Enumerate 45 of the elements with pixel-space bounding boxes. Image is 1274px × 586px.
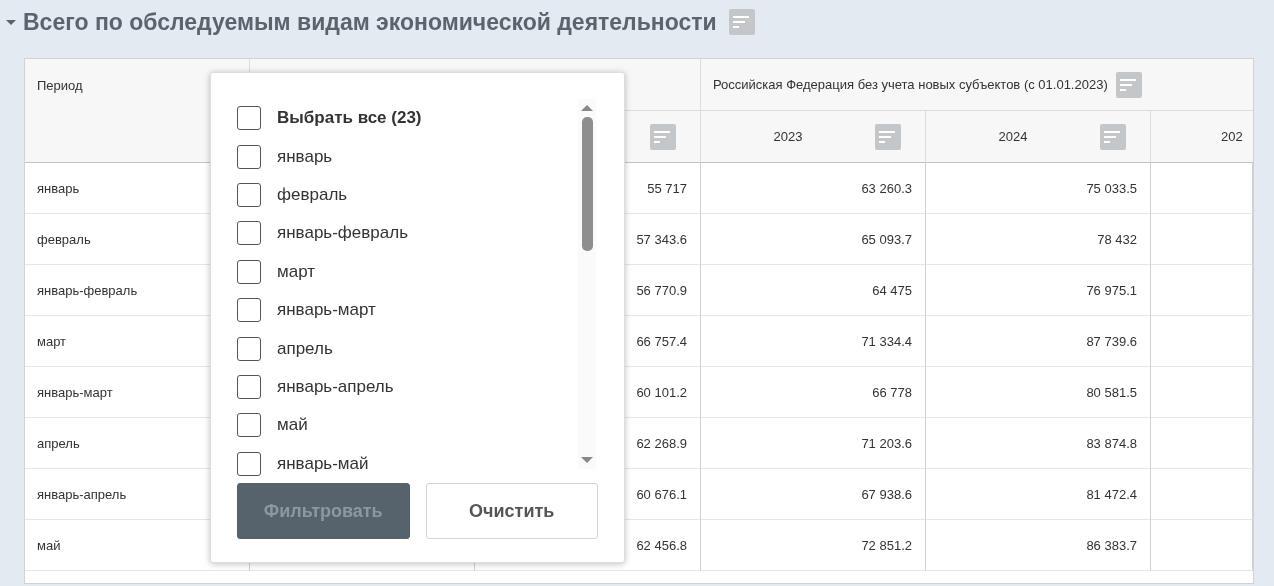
option-label[interactable]: апрель bbox=[277, 338, 333, 359]
checkbox[interactable] bbox=[237, 144, 261, 169]
option-label[interactable]: январь-март bbox=[277, 300, 376, 321]
checkbox[interactable] bbox=[237, 298, 261, 323]
table-cell: 66 778 bbox=[701, 367, 926, 418]
table-cell: 78 432 bbox=[926, 214, 1151, 265]
column-header: 2024 bbox=[997, 129, 1029, 144]
table-cell: 87 739.6 bbox=[926, 316, 1151, 367]
group-header: Российская Федерация без учета новых субъектов (с 01.01.2023) bbox=[713, 77, 1108, 92]
table-cell: 75 033.5 bbox=[926, 163, 1151, 214]
table-cell: 71 334.4 bbox=[701, 316, 926, 367]
column-header: Период bbox=[37, 78, 83, 93]
checkbox[interactable] bbox=[237, 336, 261, 361]
checkbox[interactable] bbox=[237, 413, 261, 438]
table-cell: 63 260.3 bbox=[701, 163, 926, 214]
table-cell: 72 851.2 bbox=[701, 520, 926, 571]
table-cell: 83 874.8 bbox=[926, 418, 1151, 469]
option-label[interactable]: январь bbox=[277, 146, 333, 167]
checkbox[interactable] bbox=[237, 259, 261, 284]
table-cell: 67 938.6 bbox=[701, 469, 926, 520]
option-label[interactable]: Выбрать все (23) bbox=[277, 108, 422, 129]
checkbox[interactable] bbox=[237, 221, 261, 246]
column-header: 2023 bbox=[772, 129, 804, 144]
section-title: Всего по обследуемым видам экономической деятельности bbox=[23, 8, 717, 36]
table-cell: 64 475 bbox=[701, 265, 926, 316]
checkbox[interactable] bbox=[237, 182, 261, 207]
checkbox[interactable] bbox=[237, 451, 261, 476]
table-cell: 65 093.7 bbox=[701, 214, 926, 265]
option-label[interactable]: январь-май bbox=[277, 453, 369, 474]
clear-button[interactable]: Очистить bbox=[425, 483, 598, 539]
option-label[interactable]: январь-февраль bbox=[277, 223, 409, 244]
option-label[interactable]: февраль bbox=[277, 184, 348, 205]
option-label[interactable]: январь-апрель bbox=[277, 376, 394, 397]
option-label[interactable]: май bbox=[277, 415, 308, 436]
table-cell: 80 581.5 bbox=[926, 367, 1151, 418]
checkbox[interactable] bbox=[237, 106, 261, 131]
table-cell: 71 203.6 bbox=[701, 418, 926, 469]
checkbox[interactable] bbox=[237, 374, 261, 399]
table-cell: 76 975.1 bbox=[926, 265, 1151, 316]
option-label[interactable]: март bbox=[277, 261, 315, 282]
table-cell: 86 383.7 bbox=[926, 520, 1151, 571]
column-header: 202 bbox=[1221, 129, 1243, 144]
table-cell: 81 472.4 bbox=[926, 469, 1151, 520]
caret-icon[interactable] bbox=[6, 19, 16, 25]
scrollbar[interactable] bbox=[578, 99, 596, 469]
